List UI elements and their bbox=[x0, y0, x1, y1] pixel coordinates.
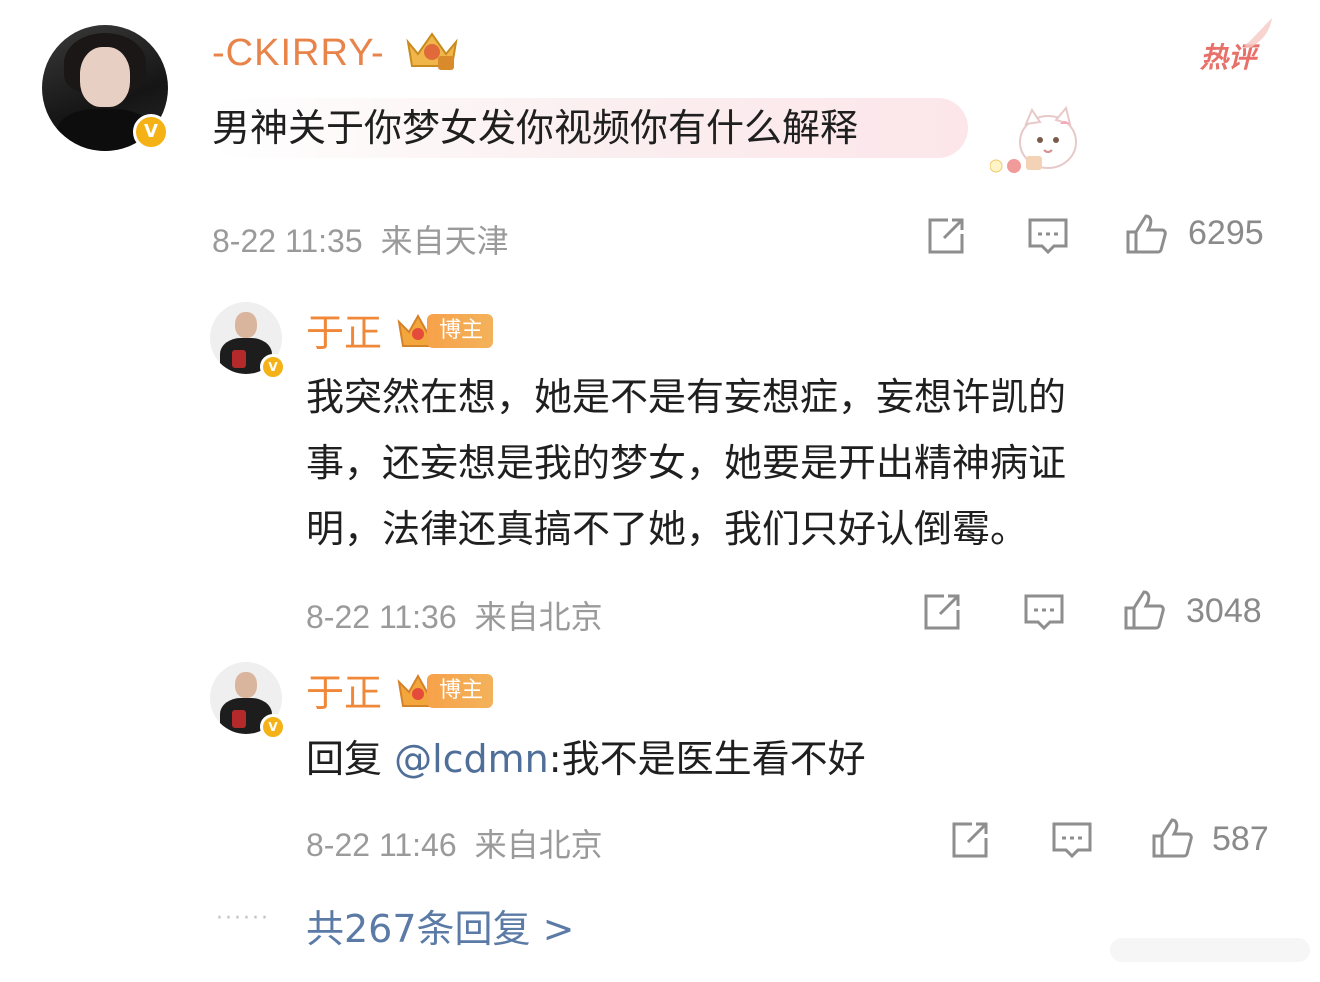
like-count: 6295 bbox=[1188, 214, 1264, 252]
reply-meta: 8-22 11:46 来自北京 bbox=[306, 820, 603, 866]
reply-prefix: 回复 bbox=[306, 737, 395, 781]
reply-body: :我不是医生看不好 bbox=[548, 737, 866, 781]
comment-icon[interactable] bbox=[1022, 590, 1066, 634]
comment-icon[interactable] bbox=[1026, 214, 1070, 258]
comment-meta: 8-22 11:35 来自天津 bbox=[212, 216, 509, 262]
timestamp: 8-22 11:35 bbox=[212, 223, 363, 259]
reply-text: 回复 @lcdmn:我不是医生看不好 bbox=[306, 726, 866, 792]
verified-icon: V bbox=[260, 714, 286, 740]
timestamp: 8-22 11:36 bbox=[306, 599, 457, 635]
verified-icon: V bbox=[260, 354, 286, 380]
share-icon[interactable] bbox=[920, 590, 964, 634]
reply-header: 于正 博主 bbox=[306, 302, 494, 357]
blogger-badge-label: 博主 bbox=[427, 673, 494, 708]
blogger-badge: 博主 bbox=[397, 312, 494, 348]
location: 来自天津 bbox=[380, 223, 509, 259]
watermark-icon bbox=[1110, 938, 1310, 962]
username[interactable]: 于正 bbox=[306, 311, 382, 355]
blogger-badge: 博主 bbox=[397, 672, 494, 708]
verified-icon: V bbox=[133, 114, 169, 150]
location: 来自北京 bbox=[474, 599, 603, 635]
like-icon[interactable] bbox=[1124, 212, 1168, 256]
more-replies-link[interactable]: 共267条回复 > bbox=[306, 898, 574, 953]
cat-sticker-icon bbox=[990, 105, 1077, 173]
blogger-badge-label: 博主 bbox=[427, 313, 494, 348]
mention-link[interactable]: @lcdmn bbox=[394, 737, 549, 781]
username[interactable]: -CKIRRY- bbox=[212, 28, 460, 82]
reply-meta: 8-22 11:36 来自北京 bbox=[306, 592, 603, 638]
like-count: 587 bbox=[1212, 820, 1269, 858]
username[interactable]: 于正 bbox=[306, 671, 382, 715]
like-icon[interactable] bbox=[1122, 588, 1166, 632]
timestamp: 8-22 11:46 bbox=[306, 827, 457, 863]
share-icon[interactable] bbox=[924, 214, 968, 258]
share-icon[interactable] bbox=[948, 818, 992, 862]
like-count: 3048 bbox=[1186, 592, 1262, 630]
username-label[interactable]: -CKIRRY- bbox=[212, 32, 385, 74]
reply-text: 我突然在想，她是不是有妄想症，妄想许凯的 事，还妄想是我的梦女，她要是开出精神病… bbox=[306, 364, 1266, 562]
comment-icon[interactable] bbox=[1050, 818, 1094, 862]
separator-dots: ······ bbox=[216, 906, 270, 931]
crown-icon bbox=[404, 28, 460, 82]
reply-header: 于正 博主 bbox=[306, 662, 494, 717]
wing-icon bbox=[1244, 18, 1272, 48]
reply-text-line: 我突然在想，她是不是有妄想症，妄想许凯的 bbox=[306, 375, 1067, 419]
location: 来自北京 bbox=[474, 827, 603, 863]
reply-text-line: 事，还妄想是我的梦女，她要是开出精神病证 bbox=[306, 441, 1067, 485]
comment-text: 男神关于你梦女发你视频你有什么解释 bbox=[212, 98, 969, 158]
reply-text-line: 明，法律还真搞不了她，我们只好认倒霉。 bbox=[306, 507, 1029, 551]
like-icon[interactable] bbox=[1150, 816, 1194, 860]
